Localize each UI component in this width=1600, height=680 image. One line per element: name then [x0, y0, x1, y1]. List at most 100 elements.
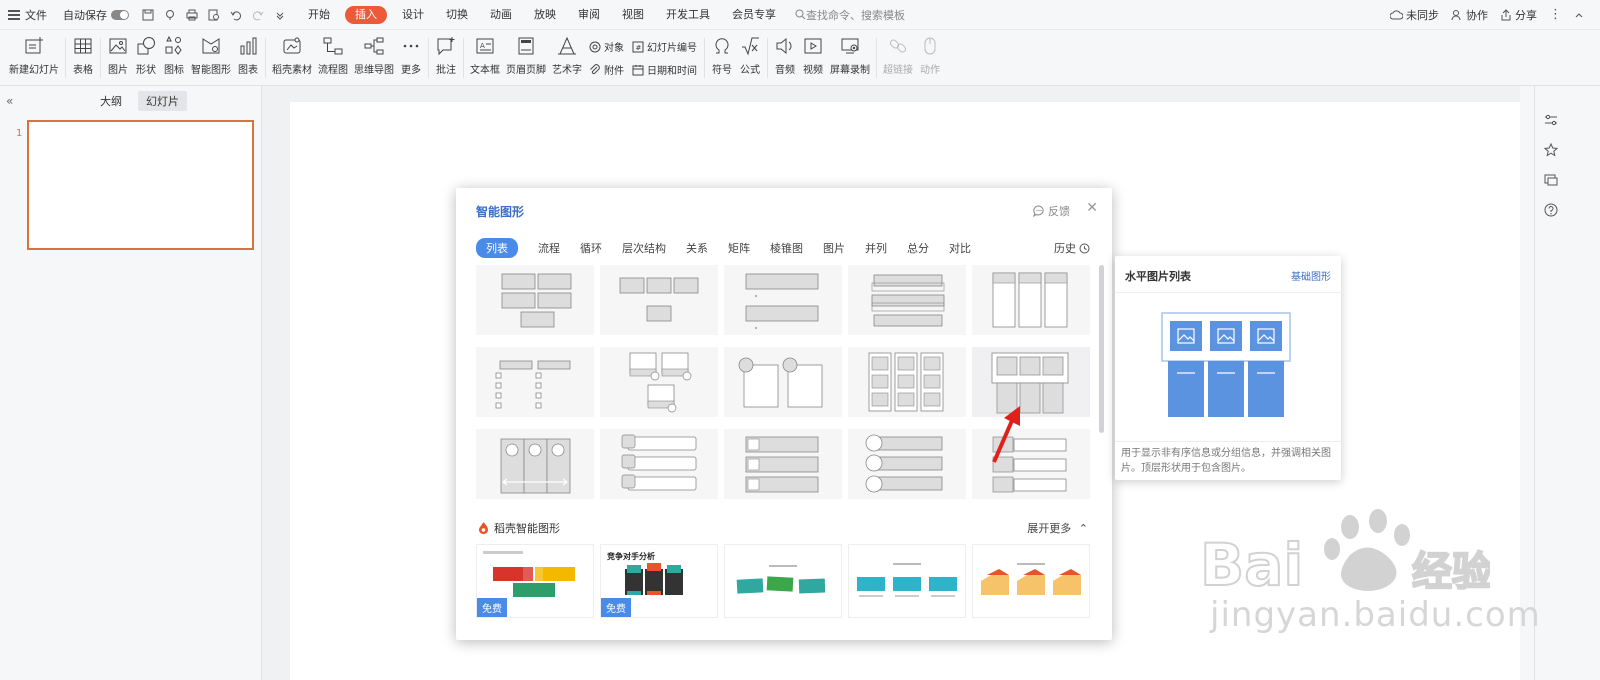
- customize-chevron-icon[interactable]: [269, 0, 291, 30]
- ribbon-divider: [65, 38, 66, 78]
- print-icon[interactable]: [181, 0, 203, 30]
- category-total-sub[interactable]: 总分: [907, 238, 929, 258]
- symbol-button[interactable]: 符号: [708, 30, 736, 86]
- properties-icon[interactable]: [1543, 112, 1559, 128]
- category-relationship[interactable]: 关系: [686, 238, 708, 258]
- hyperlink-button[interactable]: 超链接: [880, 30, 916, 86]
- redo-icon[interactable]: [247, 0, 269, 30]
- category-pyramid[interactable]: 棱锥图: [770, 238, 803, 258]
- save-icon[interactable]: [137, 0, 159, 30]
- header-footer-button[interactable]: 页眉页脚: [503, 30, 549, 86]
- share-button[interactable]: 分享: [1494, 0, 1543, 30]
- tab-developer[interactable]: 开发工具: [655, 0, 721, 30]
- new-slide-button[interactable]: 新建幻灯片: [6, 30, 62, 86]
- picture-button[interactable]: 图片: [104, 30, 132, 86]
- slide-switch-icon[interactable]: [1543, 172, 1559, 188]
- docer-template[interactable]: [724, 544, 842, 618]
- audio-button[interactable]: 音频: [771, 30, 799, 86]
- feedback-button[interactable]: 反馈: [1033, 203, 1070, 219]
- animation-pane-icon[interactable]: [1543, 142, 1559, 158]
- tab-design[interactable]: 设计: [391, 0, 435, 30]
- mindmap-button[interactable]: 思维导图: [351, 30, 397, 86]
- more-options-icon[interactable]: ⋮: [1543, 0, 1568, 30]
- collapse-pane-icon[interactable]: «: [6, 94, 13, 108]
- table-button[interactable]: 表格: [69, 30, 97, 86]
- shape-thumb[interactable]: [476, 429, 594, 499]
- screen-record-button[interactable]: 屏幕录制: [827, 30, 873, 86]
- comment-button[interactable]: 批注: [432, 30, 460, 86]
- video-button[interactable]: 视频: [799, 30, 827, 86]
- material-icon: [281, 35, 303, 57]
- close-icon[interactable]: ✕: [1086, 200, 1098, 216]
- print-preview-icon[interactable]: [203, 0, 225, 30]
- formula-button[interactable]: 公式: [736, 30, 764, 86]
- help-icon[interactable]: [1543, 202, 1559, 218]
- autosave-toggle[interactable]: 自动保存: [55, 0, 137, 30]
- category-list[interactable]: 列表: [476, 238, 518, 258]
- shape-button[interactable]: 形状: [132, 30, 160, 86]
- category-cycle[interactable]: 循环: [580, 238, 602, 258]
- attachment-button[interactable]: 附件: [589, 62, 624, 77]
- wordart-icon: [556, 35, 578, 57]
- shape-thumb[interactable]: [724, 429, 842, 499]
- category-hierarchy[interactable]: 层次结构: [622, 238, 666, 258]
- category-process[interactable]: 流程: [538, 238, 560, 258]
- tab-home[interactable]: 开始: [297, 0, 341, 30]
- docer-template[interactable]: 竞争对手分析 免费: [600, 544, 718, 618]
- paperclip-icon: [590, 63, 600, 74]
- chart-button[interactable]: 图表: [234, 30, 262, 86]
- smartart-button[interactable]: 智能图形: [188, 30, 234, 86]
- docer-template[interactable]: [848, 544, 966, 618]
- history-button[interactable]: 历史: [1054, 240, 1090, 256]
- sync-status[interactable]: 未同步: [1384, 0, 1445, 30]
- more-button[interactable]: 更多: [397, 30, 425, 86]
- tab-view[interactable]: 视图: [611, 0, 655, 30]
- collapse-ribbon-icon[interactable]: [1568, 0, 1590, 30]
- wordart-button[interactable]: 艺术字: [549, 30, 585, 86]
- docer-template[interactable]: [972, 544, 1090, 618]
- flowchart-button[interactable]: 流程图: [315, 30, 351, 86]
- collaborate-button[interactable]: 协作: [1445, 0, 1494, 30]
- tab-insert[interactable]: 插入: [345, 5, 387, 24]
- basic-shape-link[interactable]: 基础图形: [1291, 268, 1331, 283]
- category-parallel[interactable]: 并列: [865, 238, 887, 258]
- icon-button[interactable]: 图标: [160, 30, 188, 86]
- svg-text:A: A: [480, 42, 485, 50]
- tab-transition[interactable]: 切换: [435, 0, 479, 30]
- command-search[interactable]: 查找命令、搜索模板: [795, 7, 905, 23]
- shape-thumb[interactable]: [476, 265, 594, 335]
- undo-icon[interactable]: [225, 0, 247, 30]
- shape-thumb[interactable]: [848, 265, 966, 335]
- shape-thumb[interactable]: [848, 429, 966, 499]
- textbox-button[interactable]: A 文本框: [467, 30, 503, 86]
- tab-slideshow[interactable]: 放映: [523, 0, 567, 30]
- category-matrix[interactable]: 矩阵: [728, 238, 750, 258]
- tab-outline[interactable]: 大纲: [92, 91, 130, 111]
- tab-animation[interactable]: 动画: [479, 0, 523, 30]
- slide-number-button[interactable]: # 幻灯片编号: [632, 39, 697, 54]
- shape-thumb[interactable]: [600, 347, 718, 417]
- object-button[interactable]: 对象: [589, 39, 624, 54]
- shape-thumb[interactable]: [972, 265, 1090, 335]
- format-painter-icon[interactable]: [159, 0, 181, 30]
- canvas-scrollbar[interactable]: [1520, 86, 1534, 680]
- material-button[interactable]: 稻壳素材: [269, 30, 315, 86]
- shape-thumb[interactable]: [848, 347, 966, 417]
- shape-thumb[interactable]: [476, 347, 594, 417]
- expand-more-button[interactable]: 展开更多 ⌃: [1027, 520, 1088, 536]
- tab-member[interactable]: 会员专享: [721, 0, 787, 30]
- tab-review[interactable]: 审阅: [567, 0, 611, 30]
- category-picture[interactable]: 图片: [823, 238, 845, 258]
- shape-thumb[interactable]: [724, 347, 842, 417]
- datetime-button[interactable]: 日期和时间: [632, 62, 697, 77]
- docer-template[interactable]: 免费: [476, 544, 594, 618]
- shape-thumb[interactable]: [600, 429, 718, 499]
- action-button[interactable]: 动作: [916, 30, 944, 86]
- category-compare[interactable]: 对比: [949, 238, 971, 258]
- shape-thumb[interactable]: [724, 265, 842, 335]
- dialog-scrollbar[interactable]: [1099, 265, 1104, 433]
- tab-slides[interactable]: 幻灯片: [138, 91, 187, 111]
- slide-thumbnail[interactable]: [27, 120, 254, 250]
- file-menu[interactable]: 文件: [0, 0, 55, 30]
- shape-thumb[interactable]: [600, 265, 718, 335]
